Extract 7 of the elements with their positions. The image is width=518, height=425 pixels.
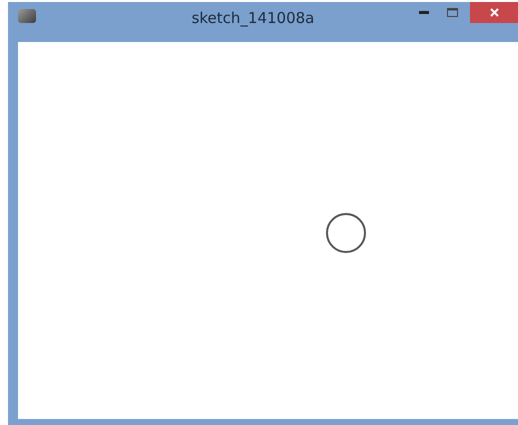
close-icon xyxy=(490,8,498,17)
app-icon xyxy=(18,9,36,23)
window-title: sketch_141008a xyxy=(192,9,314,27)
circle-drawing xyxy=(326,213,366,253)
close-button[interactable] xyxy=(470,2,518,23)
maximize-icon xyxy=(446,8,458,16)
minimize-icon xyxy=(419,10,429,14)
